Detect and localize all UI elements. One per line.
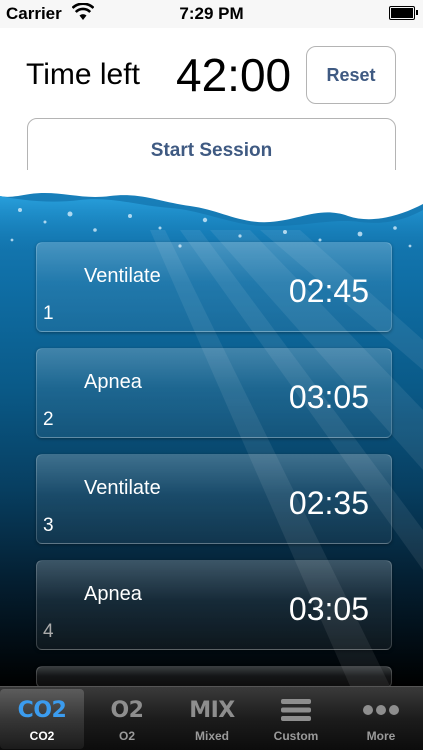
list-icon bbox=[281, 695, 311, 725]
session-row-3[interactable]: Ventilate 02:35 3 bbox=[36, 454, 392, 544]
reset-button[interactable]: Reset bbox=[306, 46, 396, 104]
row-phase: Ventilate bbox=[84, 477, 161, 499]
row-index: 3 bbox=[43, 515, 54, 536]
battery-icon bbox=[389, 6, 418, 20]
row-phase: Apnea bbox=[84, 371, 142, 393]
mix-icon: MIX bbox=[189, 697, 235, 723]
time-left-value: 42:00 bbox=[176, 49, 292, 101]
co2-icon: CO2 bbox=[17, 697, 67, 723]
row-index: 1 bbox=[43, 303, 54, 324]
session-row-2[interactable]: Apnea 03:05 2 bbox=[36, 348, 392, 438]
status-bar: Carrier 7:29 PM bbox=[0, 0, 423, 28]
tab-label: CO2 bbox=[29, 729, 55, 743]
o2-icon: O2 bbox=[110, 697, 144, 723]
row-duration: 02:45 bbox=[288, 273, 369, 309]
tab-mixed[interactable]: MIX Mixed bbox=[170, 689, 254, 749]
row-index: 4 bbox=[43, 621, 54, 642]
more-icon bbox=[362, 695, 400, 725]
row-index: 2 bbox=[43, 409, 54, 430]
session-row-5-partial[interactable] bbox=[36, 666, 392, 688]
status-time: 7:29 PM bbox=[179, 4, 244, 23]
tab-label: O2 bbox=[118, 729, 135, 743]
row-duration: 03:05 bbox=[288, 591, 369, 627]
row-phase: Apnea bbox=[84, 583, 142, 605]
row-duration: 02:35 bbox=[288, 485, 369, 521]
tab-bar: CO2 CO2 O2 O2 MIX Mixed Custom More bbox=[0, 686, 423, 750]
tab-label: More bbox=[366, 729, 396, 743]
row-duration: 03:05 bbox=[288, 379, 369, 415]
tab-o2[interactable]: O2 O2 bbox=[85, 689, 169, 749]
tab-custom[interactable]: Custom bbox=[254, 689, 338, 749]
tab-co2[interactable]: CO2 CO2 bbox=[0, 689, 84, 749]
time-left-label: Time left bbox=[26, 58, 140, 91]
row-phase: Ventilate bbox=[84, 265, 161, 287]
session-row-4[interactable]: Apnea 03:05 4 bbox=[36, 560, 392, 650]
tab-label: Custom bbox=[273, 729, 319, 743]
session-row-1[interactable]: Ventilate 02:45 1 bbox=[36, 242, 392, 332]
tab-more[interactable]: More bbox=[339, 689, 423, 749]
tab-label: Mixed bbox=[194, 729, 229, 743]
